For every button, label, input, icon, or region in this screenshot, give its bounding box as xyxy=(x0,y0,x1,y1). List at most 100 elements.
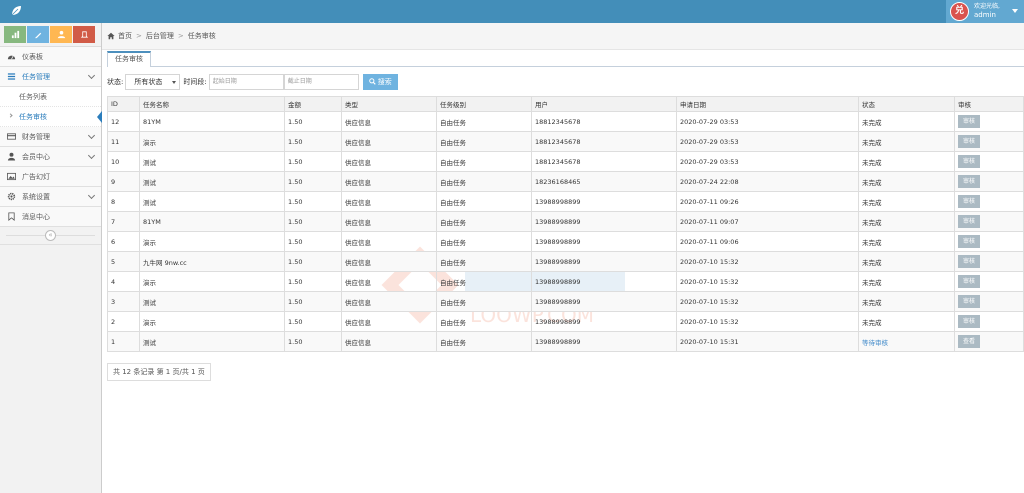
sidebar-item-label: 任务管理 xyxy=(22,72,50,81)
cell-date: 2020-07-11 09:26 xyxy=(676,191,859,212)
type-value: 供应信息 xyxy=(345,118,371,127)
cell-user: 18236168465 xyxy=(531,171,677,192)
sidebar-item-members[interactable]: 会员中心 xyxy=(0,147,101,167)
user-value: 18236168465 xyxy=(535,177,581,186)
type-value: 供应信息 xyxy=(345,178,371,187)
avatar[interactable]: 兑 xyxy=(950,2,969,21)
user-value: 13988998899 xyxy=(535,317,581,326)
shortcut-pencil-button[interactable] xyxy=(27,26,49,43)
id-value: 9 xyxy=(111,177,116,186)
user-value: 13988998899 xyxy=(535,337,581,346)
cell-name: 测试 xyxy=(139,291,285,312)
audit-button[interactable]: 审核 xyxy=(958,115,980,128)
shortcut-users-button[interactable] xyxy=(50,26,72,43)
date-value: 2020-07-10 15:32 xyxy=(680,317,739,326)
cell-id: 12 xyxy=(107,111,140,132)
id-value: 4 xyxy=(111,277,116,286)
cell-type: 供应信息 xyxy=(341,231,437,252)
level-value: 自由任务 xyxy=(440,198,466,207)
cell-level: 自由任务 xyxy=(436,271,532,292)
table-row: 4 演示 1.50 供应信息 自由任务 13988998899 2020-07-10 15:… xyxy=(107,271,1024,292)
cell-id: 11 xyxy=(107,131,140,152)
type-value: 供应信息 xyxy=(345,138,371,147)
audit-button[interactable]: 审核 xyxy=(958,175,980,188)
audit-button[interactable]: 审核 xyxy=(958,155,980,168)
sidebar-item-dashboard[interactable]: 仪表板 xyxy=(0,47,101,67)
amount-value: 1.50 xyxy=(288,337,303,346)
end-date-input[interactable]: 截止日期 xyxy=(283,73,359,90)
double-chevron-left-icon[interactable]: « xyxy=(45,230,56,241)
cogs-icon xyxy=(80,31,88,38)
sidebar-subitem-task-list[interactable]: 任务列表 xyxy=(0,87,101,107)
audit-button[interactable]: 审核 xyxy=(958,315,980,328)
sidebar-item-task-management[interactable]: 任务管理 xyxy=(0,67,101,87)
breadcrumb-backend-link[interactable]: 后台管理 xyxy=(146,31,174,41)
cell-amount: 1.50 xyxy=(284,151,342,172)
leaf-logo-icon[interactable] xyxy=(10,5,22,17)
cell-id: 10 xyxy=(107,151,140,172)
shortcut-signal-button[interactable] xyxy=(4,26,26,43)
caret-down-icon[interactable] xyxy=(1012,9,1018,13)
status-value: 未完成 xyxy=(862,178,882,187)
audit-button[interactable]: 审核 xyxy=(958,255,980,268)
column-header: 审核 xyxy=(954,96,1024,112)
audit-button[interactable]: 审核 xyxy=(958,295,980,308)
type-value: 供应信息 xyxy=(345,298,371,307)
cell-action: 审核 xyxy=(954,191,1024,212)
audit-button[interactable]: 审核 xyxy=(958,275,980,288)
search-icon xyxy=(368,78,376,85)
sidebar-item-settings[interactable]: 系统设置 xyxy=(0,187,101,207)
sidebar-item-label: 财务管理 xyxy=(22,132,50,141)
user-value: 18812345678 xyxy=(535,157,581,166)
type-value: 供应信息 xyxy=(345,258,371,267)
caret-down-icon xyxy=(172,80,177,84)
cell-id: 2 xyxy=(107,311,140,332)
shortcut-cogs-button[interactable] xyxy=(73,26,95,43)
column-header: 用户 xyxy=(531,96,677,112)
cell-id: 3 xyxy=(107,291,140,312)
user-value: 13988998899 xyxy=(535,237,581,246)
sidebar-item-ads[interactable]: 广告幻灯 xyxy=(0,167,101,187)
cell-status: 未完成 xyxy=(858,211,955,232)
status-value: 未完成 xyxy=(862,278,882,287)
search-button[interactable]: 搜索 xyxy=(362,73,398,90)
cell-date: 2020-07-11 09:07 xyxy=(676,211,859,232)
cell-action: 审核 xyxy=(954,311,1024,332)
status-value: 未完成 xyxy=(862,198,882,207)
cell-level: 自由任务 xyxy=(436,151,532,172)
cell-amount: 1.50 xyxy=(284,131,342,152)
chevron-right-icon xyxy=(8,113,13,118)
sidebar-item-label: 仪表板 xyxy=(22,52,43,61)
view-button[interactable]: 查看 xyxy=(958,335,980,348)
level-value: 自由任务 xyxy=(440,318,466,327)
picture-icon xyxy=(7,172,16,181)
column-header: 申请日期 xyxy=(676,96,859,112)
name-value: 演示 xyxy=(143,278,156,287)
cell-level: 自由任务 xyxy=(436,291,532,312)
table-row: 6 演示 1.50 供应信息 自由任务 13988998899 2020-07-11 09:… xyxy=(107,231,1024,252)
user-menu[interactable]: 兑 欢迎光临, admin xyxy=(946,0,1024,23)
tab-task-audit[interactable]: 任务审核 xyxy=(107,51,151,67)
status-select-value: 所有状态 xyxy=(134,77,163,86)
sidebar-item-messages[interactable]: 消息中心 xyxy=(0,207,101,227)
breadcrumb-home-link[interactable]: 首页 xyxy=(118,31,132,41)
cell-name: 演示 xyxy=(139,311,285,332)
cell-date: 2020-07-11 09:06 xyxy=(676,231,859,252)
chevron-down-icon xyxy=(87,71,96,80)
table-row: 1 测试 1.50 供应信息 自由任务 13988998899 2020-07-10 15:… xyxy=(107,331,1024,352)
sidebar-subitem-label: 任务列表 xyxy=(19,92,47,101)
audit-button[interactable]: 审核 xyxy=(958,215,980,228)
status-select[interactable]: 所有状态 xyxy=(125,73,181,90)
amount-value: 1.50 xyxy=(288,197,303,206)
start-date-input[interactable]: 起始日期 xyxy=(208,73,284,90)
status-value[interactable]: 等待审核 xyxy=(862,339,888,347)
sidebar-item-finance[interactable]: 财务管理 xyxy=(0,127,101,147)
sidebar-subitem-task-audit[interactable]: 任务审核 xyxy=(0,107,102,127)
amount-value: 1.50 xyxy=(288,157,303,166)
audit-button[interactable]: 审核 xyxy=(958,135,980,148)
audit-button[interactable]: 审核 xyxy=(958,235,980,248)
cell-type: 供应信息 xyxy=(341,151,437,172)
amount-value: 1.50 xyxy=(288,137,303,146)
audit-button[interactable]: 审核 xyxy=(958,195,980,208)
type-value: 供应信息 xyxy=(345,218,371,227)
